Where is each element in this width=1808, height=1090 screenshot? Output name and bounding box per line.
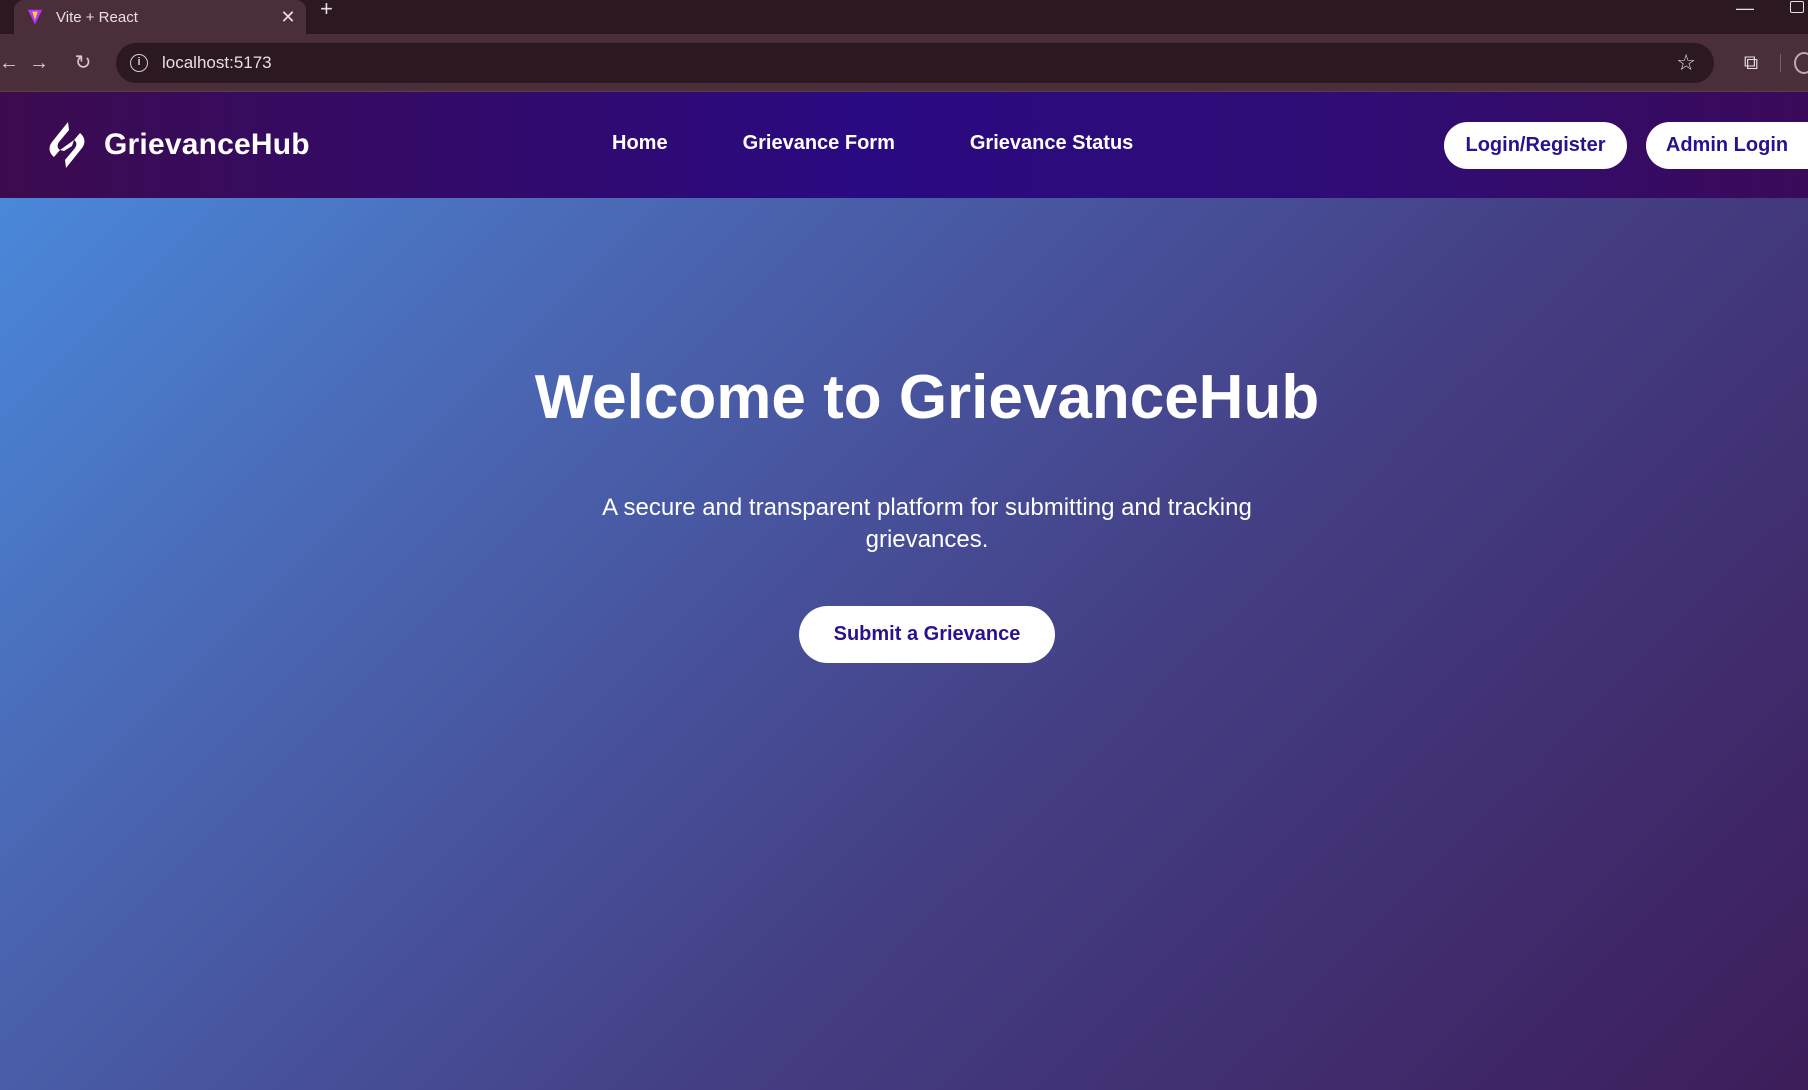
address-bar[interactable]: i localhost:5173 ☆: [116, 43, 1714, 83]
profile-avatar-icon[interactable]: [1794, 52, 1808, 74]
web-page: GrievanceHub Home Grievance Form Grievan…: [0, 92, 1808, 1090]
browser-toolbar: ← → ↻ i localhost:5173 ☆ ⧉: [0, 34, 1808, 92]
reload-icon[interactable]: ↻: [68, 48, 98, 78]
brand[interactable]: GrievanceHub: [44, 120, 310, 170]
extensions-puzzle-icon[interactable]: ⧉: [1736, 48, 1766, 78]
hero-title: Welcome to GrievanceHub: [534, 363, 1320, 432]
site-info-icon[interactable]: i: [130, 54, 148, 72]
maximize-window-icon[interactable]: [1790, 1, 1804, 13]
main-nav: Home Grievance Form Grievance Status: [612, 132, 1133, 155]
new-tab-button[interactable]: +: [320, 0, 333, 20]
minimize-window-icon[interactable]: —: [1736, 0, 1754, 19]
bookmark-star-icon[interactable]: ☆: [1676, 50, 1696, 76]
hero-subtitle: A secure and transparent platform for su…: [602, 494, 1252, 553]
nav-link-home[interactable]: Home: [612, 132, 668, 155]
vite-favicon-icon: [27, 9, 43, 25]
tab-title: Vite + React: [56, 8, 138, 26]
nav-link-grievance-form[interactable]: Grievance Form: [743, 132, 895, 155]
browser-tab-strip: Vite + React ✕ + —: [0, 0, 1808, 34]
browser-tab[interactable]: Vite + React ✕: [14, 0, 306, 34]
brand-name: GrievanceHub: [104, 128, 310, 161]
forward-arrow-icon[interactable]: →: [24, 48, 54, 78]
toolbar-divider: [1780, 54, 1781, 72]
submit-grievance-button[interactable]: Submit a Grievance: [799, 606, 1055, 663]
url-text[interactable]: localhost:5173: [162, 53, 1676, 73]
admin-login-button[interactable]: Admin Login: [1646, 122, 1808, 169]
login-register-button[interactable]: Login/Register: [1444, 122, 1627, 169]
back-arrow-icon[interactable]: ←: [0, 48, 24, 78]
nav-link-grievance-status[interactable]: Grievance Status: [970, 132, 1133, 155]
site-navbar: GrievanceHub Home Grievance Form Grievan…: [0, 92, 1808, 198]
grievancehub-logo-icon: [49, 122, 85, 168]
tab-close-icon[interactable]: ✕: [270, 7, 306, 28]
